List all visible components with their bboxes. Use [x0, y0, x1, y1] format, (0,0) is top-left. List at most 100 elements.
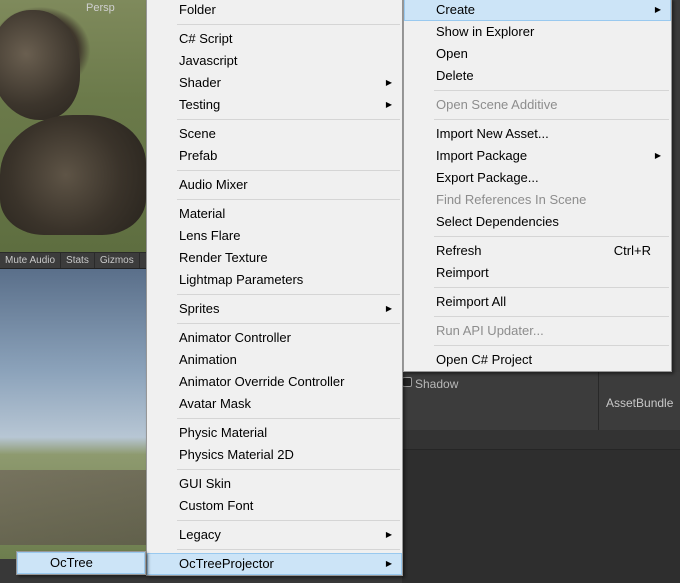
menu-item-label: OcTree	[50, 555, 93, 570]
asset-context-menu: Create ▶ Show in Explorer Open Delete Open Sc…	[403, 0, 672, 372]
menu-item-label: Reimport	[436, 265, 489, 280]
menu-separator	[404, 233, 671, 240]
panel-edge	[672, 0, 680, 372]
menu-item-octreeprojector[interactable]: OcTreeProjector ▶	[147, 553, 402, 575]
menu-item-label: Avatar Mask	[179, 396, 252, 411]
menu-item-reimport[interactable]: Reimport	[404, 262, 671, 284]
menu-item-render-texture[interactable]: Render Texture	[147, 247, 402, 269]
octree-submenu: OcTree	[16, 551, 146, 575]
menu-separator	[147, 291, 402, 298]
menu-item-export-package[interactable]: Export Package...	[404, 167, 671, 189]
menu-item-folder[interactable]: Folder	[147, 0, 402, 21]
menu-separator	[404, 342, 671, 349]
menu-item-open[interactable]: Open	[404, 43, 671, 65]
menu-item-label: Export Package...	[436, 170, 539, 185]
menu-item-animator-controller[interactable]: Animator Controller	[147, 327, 402, 349]
menu-separator	[147, 196, 402, 203]
menu-separator	[147, 116, 402, 123]
menu-item-animator-override-controller[interactable]: Animator Override Controller	[147, 371, 402, 393]
menu-item-run-api-updater: Run API Updater...	[404, 320, 671, 342]
assetbundle-label: AssetBundle	[606, 396, 674, 410]
menu-item-refresh[interactable]: Refresh Ctrl+R	[404, 240, 671, 262]
menu-item-audio-mixer[interactable]: Audio Mixer	[147, 174, 402, 196]
shortcut-label: Ctrl+R	[613, 243, 651, 258]
menu-item-label: Physic Material	[179, 425, 268, 440]
menu-item-avatar-mask[interactable]: Avatar Mask	[147, 393, 402, 415]
menu-item-show-in-explorer[interactable]: Show in Explorer	[404, 21, 671, 43]
menu-item-label: Import New Asset...	[436, 126, 549, 141]
menu-item-lens-flare[interactable]: Lens Flare	[147, 225, 402, 247]
triangle-right-icon: ▶	[385, 559, 392, 568]
menu-separator	[404, 116, 671, 123]
menu-separator	[404, 284, 671, 291]
shadow-checkbox[interactable]	[402, 377, 412, 387]
scene-toolbar: Mute Audio Stats Gizmos	[0, 252, 146, 269]
menu-item-label: Prefab	[179, 148, 218, 163]
game-floor	[0, 470, 146, 545]
menu-item-import-package[interactable]: Import Package ▶	[404, 145, 671, 167]
project-toolbar	[402, 430, 680, 450]
menu-item-label: Create	[436, 2, 476, 17]
menu-item-label: Physics Material 2D	[179, 447, 294, 462]
menu-item-material[interactable]: Material	[147, 203, 402, 225]
gizmos-button[interactable]: Gizmos	[95, 253, 140, 268]
menu-item-reimport-all[interactable]: Reimport All	[404, 291, 671, 313]
menu-item-label: Run API Updater...	[436, 323, 544, 338]
menu-item-label: OcTreeProjector	[179, 556, 274, 571]
menu-item-animation[interactable]: Animation	[147, 349, 402, 371]
menu-item-label: Find References In Scene	[436, 192, 587, 207]
menu-item-lightmap-parameters[interactable]: Lightmap Parameters	[147, 269, 402, 291]
menu-item-label: Legacy	[179, 527, 221, 542]
menu-item-label: GUI Skin	[179, 476, 232, 491]
triangle-right-icon: ▶	[654, 151, 661, 160]
menu-separator	[147, 415, 402, 422]
menu-item-c-script[interactable]: C# Script	[147, 28, 402, 50]
menu-item-label: Animator Override Controller	[179, 374, 345, 389]
menu-item-label: Shader	[179, 75, 221, 90]
menu-separator	[147, 320, 402, 327]
menu-item-label: Import Package	[436, 148, 528, 163]
menu-item-select-dependencies[interactable]: Select Dependencies	[404, 211, 671, 233]
menu-item-label: Open	[436, 46, 468, 61]
menu-item-label: Delete	[436, 68, 474, 83]
rock-object	[0, 10, 80, 120]
menu-item-label: Material	[179, 206, 226, 221]
triangle-right-icon: ▶	[654, 5, 661, 14]
menu-item-label: Audio Mixer	[179, 177, 248, 192]
menu-separator	[147, 466, 402, 473]
menu-item-delete[interactable]: Delete	[404, 65, 671, 87]
menu-item-javascript[interactable]: Javascript	[147, 50, 402, 72]
triangle-right-icon: ▶	[385, 78, 392, 87]
mute-audio-button[interactable]: Mute Audio	[0, 253, 62, 268]
menu-item-create[interactable]: Create ▶	[404, 0, 671, 21]
menu-item-prefab[interactable]: Prefab	[147, 145, 402, 167]
menu-item-open-c-project[interactable]: Open C# Project	[404, 349, 671, 371]
persp-label[interactable]: Persp	[86, 2, 115, 14]
menu-item-sprites[interactable]: Sprites ▶	[147, 298, 402, 320]
shadow-label: Shadow	[415, 377, 459, 391]
menu-item-octree[interactable]: OcTree	[17, 552, 145, 574]
menu-item-shader[interactable]: Shader ▶	[147, 72, 402, 94]
project-panel	[402, 430, 680, 583]
scene-view[interactable]: Persp	[0, 0, 146, 252]
menu-item-testing[interactable]: Testing ▶	[147, 94, 402, 116]
menu-separator	[147, 21, 402, 28]
menu-item-label: Testing	[179, 97, 221, 112]
menu-item-scene[interactable]: Scene	[147, 123, 402, 145]
menu-item-label: Show in Explorer	[436, 24, 535, 39]
menu-item-label: Javascript	[179, 53, 238, 68]
menu-item-custom-font[interactable]: Custom Font	[147, 495, 402, 517]
menu-item-physic-material[interactable]: Physic Material	[147, 422, 402, 444]
panel-divider	[598, 372, 599, 430]
menu-item-gui-skin[interactable]: GUI Skin	[147, 473, 402, 495]
menu-item-label: Folder	[179, 2, 216, 17]
menu-item-label: Sprites	[179, 301, 220, 316]
menu-item-legacy[interactable]: Legacy ▶	[147, 524, 402, 546]
menu-item-label: Reimport All	[436, 294, 507, 309]
menu-item-label: Open C# Project	[436, 352, 533, 367]
menu-item-label: Lens Flare	[179, 228, 241, 243]
menu-item-import-new-asset[interactable]: Import New Asset...	[404, 123, 671, 145]
stats-button[interactable]: Stats	[61, 253, 95, 268]
menu-item-physics-material-2d[interactable]: Physics Material 2D	[147, 444, 402, 466]
menu-separator	[147, 167, 402, 174]
